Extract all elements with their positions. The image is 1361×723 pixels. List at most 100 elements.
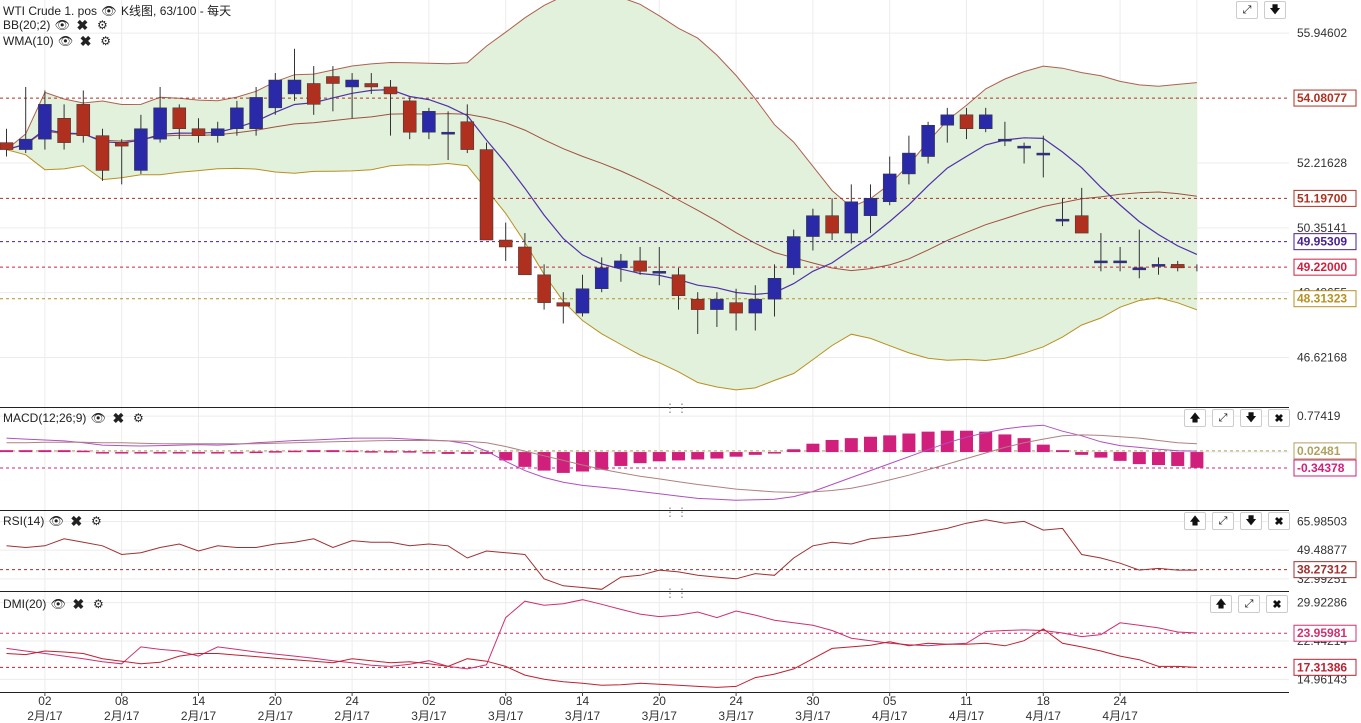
close-icon[interactable]: ✖ (68, 513, 84, 529)
value-tick-label: 65.98503 (1297, 514, 1347, 528)
date-tick-month: 4月/17 (1102, 709, 1138, 723)
close-icon[interactable]: ✖ (1268, 409, 1290, 427)
macd-histogram-bar (614, 452, 628, 466)
dmi-minus-line (6, 628, 1197, 688)
date-tick-day: 20 (653, 694, 667, 708)
expand-icon[interactable]: ⤢ (1212, 512, 1234, 530)
candle-body (1036, 152, 1051, 156)
macd-histogram-bar (652, 452, 666, 462)
candle-body (767, 278, 782, 300)
eye-icon[interactable]: 👁 (58, 34, 74, 48)
expand-icon[interactable]: ⤢ (1212, 409, 1234, 427)
candle-body (326, 76, 340, 84)
macd-histogram-bar (518, 452, 532, 467)
rsi-legend: RSI(14) 👁 ✖ ⚙ (3, 513, 104, 529)
candle-body (38, 104, 52, 140)
candle-body (921, 124, 935, 157)
arrow-up-icon[interactable]: 🡅 (1184, 512, 1206, 530)
macd-histogram-bar (748, 452, 762, 455)
gear-icon[interactable]: ⚙ (94, 18, 110, 32)
macd-histogram-bar (326, 450, 340, 453)
rsi-plot[interactable] (0, 511, 1289, 591)
price-plot[interactable] (0, 0, 1289, 407)
macd-histogram-bar (864, 436, 877, 453)
macd-histogram-bar (960, 430, 973, 453)
candle-body (191, 128, 206, 136)
close-icon[interactable]: ✖ (1268, 512, 1290, 530)
gear-icon[interactable]: ⚙ (130, 411, 146, 425)
arrow-down-icon[interactable]: 🡇 (1240, 512, 1262, 530)
candle-body (556, 302, 571, 307)
candle-body (633, 260, 647, 272)
candle-body (863, 198, 878, 216)
macd-histogram-bar (96, 452, 109, 454)
date-tick-month: 3月/17 (718, 709, 754, 723)
dmi-plot[interactable] (0, 592, 1289, 692)
value-tick-label: 46.62168 (1297, 351, 1347, 365)
candle-body (498, 239, 513, 248)
date-tick-month: 4月/17 (949, 709, 985, 723)
date-tick-month: 2月/17 (258, 709, 294, 723)
macd-histogram-bar (0, 450, 13, 453)
arrow-up-icon[interactable]: 🡅 (1184, 409, 1206, 427)
eye-icon[interactable]: 👁 (50, 597, 66, 611)
value-tick-label: 55.94602 (1297, 26, 1347, 40)
candle-body (230, 107, 244, 129)
macd-histogram-bar (115, 452, 129, 454)
macd-plot[interactable] (0, 408, 1289, 510)
date-tick-month: 2月/17 (27, 709, 63, 723)
instrument-name: WTI Crude 1. pos (3, 3, 98, 18)
macd-histogram-bar (384, 451, 397, 453)
candle-body (95, 135, 110, 171)
date-tick-day: 11 (960, 694, 973, 708)
drag-handle-icon[interactable]: ⋮⋮ (664, 586, 688, 600)
gear-icon[interactable]: ⚙ (90, 597, 106, 611)
close-icon[interactable]: ✖ (110, 410, 126, 426)
drag-handle-icon[interactable]: ⋮⋮ (664, 505, 688, 519)
close-icon[interactable]: ✖ (70, 596, 86, 612)
expand-icon[interactable]: ⤢ (1238, 595, 1260, 613)
eye-icon[interactable]: 👁 (101, 4, 117, 18)
macd-histogram-bar (787, 449, 801, 453)
drag-handle-icon[interactable]: ⋮⋮ (664, 401, 688, 415)
candle-body (902, 152, 916, 175)
eye-icon[interactable]: 👁 (54, 18, 70, 32)
value-badge-text: 49.95309 (1297, 235, 1347, 249)
macd-histogram-bar (268, 451, 282, 453)
bb-label: BB(20;2) (3, 18, 51, 32)
macd-histogram-bar (76, 450, 90, 453)
value-tick-label: 52.21628 (1297, 156, 1347, 170)
arrow-up-icon[interactable]: 🡅 (1210, 595, 1232, 613)
date-tick-day: 14 (576, 694, 590, 708)
candle-body (479, 149, 494, 241)
eye-icon[interactable]: 👁 (48, 514, 64, 528)
candle-body (172, 107, 187, 129)
close-icon[interactable]: ✖ (1266, 595, 1288, 613)
gear-icon[interactable]: ⚙ (98, 34, 114, 48)
rsi-label: RSI(14) (3, 514, 45, 528)
macd-histogram-bar (19, 450, 33, 453)
candle-body (18, 138, 33, 150)
candle-body (249, 97, 263, 129)
eye-icon[interactable]: 👁 (90, 411, 106, 425)
arrow-down-icon[interactable]: 🡇 (1264, 1, 1286, 19)
close-icon[interactable]: ✖ (74, 17, 90, 33)
candle-body (786, 236, 801, 269)
value-badge-text: 23.95981 (1297, 626, 1347, 640)
date-tick-month: 3月/17 (488, 709, 524, 723)
macd-histogram-bar (460, 452, 474, 454)
gear-icon[interactable]: ⚙ (88, 514, 104, 528)
chart-type-label: K线图, 63/100 - 每天 (121, 4, 232, 18)
candle-body (614, 260, 628, 269)
candle-body (345, 79, 359, 88)
expand-icon[interactable]: ⤢ (1236, 1, 1258, 19)
value-badge-text: 38.27312 (1297, 563, 1347, 577)
candle-body (460, 121, 475, 150)
close-icon[interactable]: ✖ (78, 33, 94, 49)
arrow-down-icon[interactable]: 🡇 (1240, 409, 1262, 427)
dmi-legend: DMI(20) 👁 ✖ ⚙ (3, 596, 106, 612)
bb-legend: BB(20;2) 👁 ✖ ⚙ (3, 17, 110, 33)
macd-histogram-bar (1094, 452, 1108, 458)
macd-histogram-bar (134, 452, 148, 454)
candle-body (1151, 264, 1166, 267)
